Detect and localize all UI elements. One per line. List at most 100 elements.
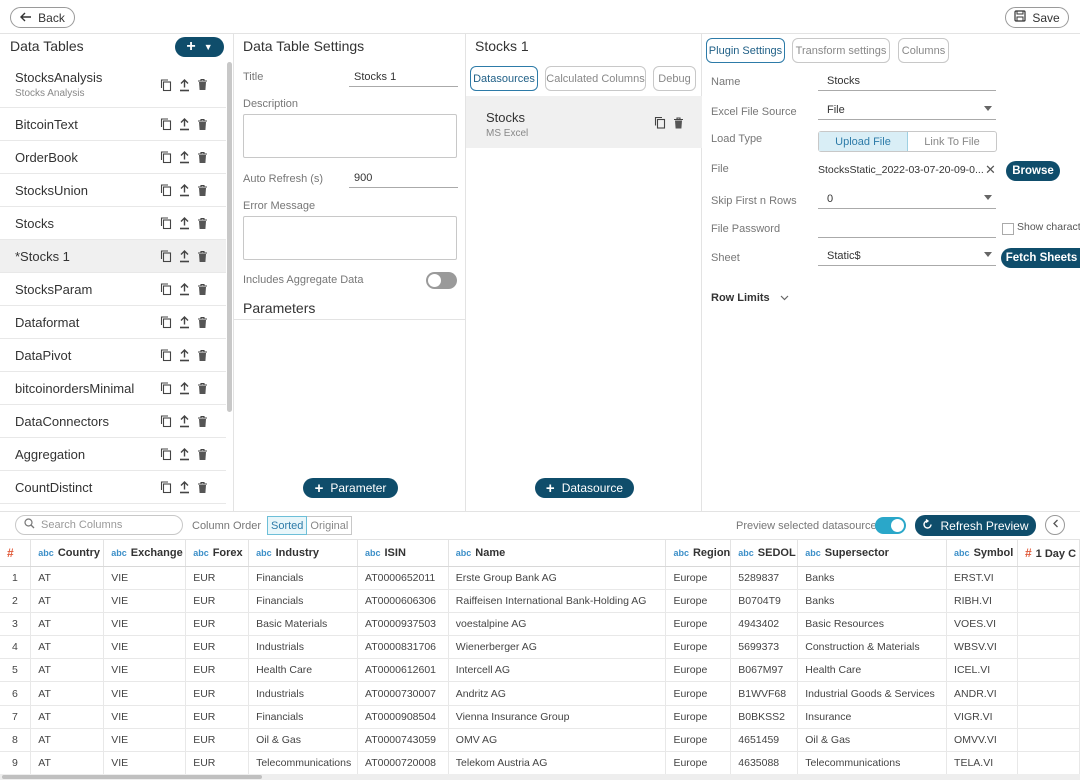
fetch-sheets-button[interactable]: Fetch Sheets [1001,248,1080,268]
link-to-file-option[interactable]: Link To File [908,132,996,151]
copy-icon[interactable] [160,415,172,428]
trash-icon[interactable] [197,283,208,295]
tab-transform-settings[interactable]: Transform settings [792,38,890,63]
horizontal-scrollbar[interactable] [0,774,1080,780]
vertical-scrollbar[interactable] [227,62,232,412]
trash-icon[interactable] [197,151,208,163]
refresh-preview-button[interactable]: Refresh Preview [915,515,1036,536]
description-textarea[interactable] [243,114,457,158]
upload-icon[interactable] [179,151,190,164]
copy-icon[interactable] [160,78,172,91]
tab-datasources[interactable]: Datasources [470,66,538,91]
copy-icon[interactable] [160,217,172,230]
upload-file-option[interactable]: Upload File [819,132,908,151]
upload-icon[interactable] [179,78,190,91]
copy-icon[interactable] [160,184,172,197]
name-input[interactable]: Stocks [818,72,996,91]
upload-icon[interactable] [179,481,190,494]
preview-selected-toggle[interactable] [875,517,906,534]
data-table-item[interactable]: Dataformat [0,306,226,339]
trash-icon[interactable] [197,118,208,130]
copy-icon[interactable] [160,151,172,164]
excel-source-select[interactable]: File [818,101,996,120]
column-header[interactable]: abc Industry [248,540,358,567]
column-header[interactable]: abc Exchange [103,540,187,567]
trash-icon[interactable] [197,250,208,262]
copy-icon[interactable] [160,448,172,461]
aggregate-toggle[interactable] [426,272,457,289]
tab-calculated-columns[interactable]: Calculated Columns [545,66,646,91]
back-button[interactable]: Back [10,7,75,28]
data-table-item[interactable]: Stocks [0,207,226,240]
trash-icon[interactable] [197,78,208,91]
data-table-item[interactable]: BitcoinText [0,108,226,141]
column-header[interactable]: abc Forex [185,540,250,567]
data-table-item[interactable]: StocksAnalysis Stocks Analysis [0,62,226,108]
column-header[interactable]: abc Symbol [946,540,1018,567]
save-button[interactable]: Save [1005,7,1069,28]
skip-rows-select[interactable]: 0 [818,190,996,209]
copy-icon[interactable] [160,349,172,362]
column-header[interactable]: abc Region [665,540,732,567]
tab-plugin-settings[interactable]: Plugin Settings [706,38,785,63]
data-table-item[interactable]: StocksParam [0,273,226,306]
show-characters-checkbox[interactable] [1002,223,1014,235]
copy-icon[interactable] [160,250,172,263]
data-table-item[interactable]: bitcoinordersMinimal [0,372,226,405]
upload-icon[interactable] [179,217,190,230]
title-input[interactable]: Stocks 1 [349,67,458,87]
data-table-item[interactable]: DataPivot [0,339,226,372]
upload-icon[interactable] [179,415,190,428]
upload-icon[interactable] [179,283,190,296]
column-header[interactable]: #1 Day C [1017,540,1080,567]
trash-icon[interactable] [197,349,208,361]
column-header[interactable]: abc SEDOL [730,540,799,567]
copy-icon[interactable] [160,316,172,329]
upload-icon[interactable] [179,349,190,362]
clear-file-icon[interactable]: ✕ [985,162,996,178]
tab-columns[interactable]: Columns [898,38,949,63]
original-option[interactable]: Original [307,516,353,535]
upload-icon[interactable] [179,448,190,461]
copy-icon[interactable] [160,481,172,494]
column-header[interactable]: # [0,540,32,567]
tab-debug[interactable]: Debug [653,66,696,91]
trash-icon[interactable] [673,116,684,129]
trash-icon[interactable] [197,415,208,427]
column-header[interactable]: abc ISIN [357,540,449,567]
row-limits-toggle[interactable]: Row Limits [711,292,789,304]
datasource-card[interactable]: Stocks MS Excel [466,96,702,148]
trash-icon[interactable] [197,316,208,328]
add-datasource-button[interactable]: + Datasource [535,478,634,498]
sorted-option[interactable]: Sorted [267,516,308,535]
file-password-input[interactable] [818,219,996,238]
trash-icon[interactable] [197,481,208,493]
upload-icon[interactable] [179,184,190,197]
trash-icon[interactable] [197,448,208,460]
trash-icon[interactable] [197,382,208,394]
upload-icon[interactable] [179,250,190,263]
browse-button[interactable]: Browse [1006,161,1060,181]
column-header[interactable]: abc Country [30,540,105,567]
column-header[interactable]: abc Name [448,540,667,567]
copy-icon[interactable] [160,283,172,296]
data-table-item[interactable]: OrderBook [0,141,226,174]
trash-icon[interactable] [197,184,208,196]
collapse-preview-button[interactable] [1045,515,1065,535]
upload-icon[interactable] [179,382,190,395]
upload-icon[interactable] [179,118,190,131]
data-table-item[interactable]: *Stocks 1 [0,240,226,273]
add-parameter-button[interactable]: + Parameter [303,478,398,498]
search-columns-input[interactable]: Search Columns [15,515,183,535]
copy-icon[interactable] [654,116,666,129]
add-data-table-button[interactable]: + ▼ [175,37,224,57]
copy-icon[interactable] [160,382,172,395]
auto-refresh-input[interactable]: 900 [349,168,458,188]
sheet-select[interactable]: Static$ [818,247,996,266]
data-table-item[interactable]: DataConnectors [0,405,226,438]
copy-icon[interactable] [160,118,172,131]
error-message-textarea[interactable] [243,216,457,260]
data-table-item[interactable]: CountDistinct [0,471,226,504]
trash-icon[interactable] [197,217,208,229]
column-header[interactable]: abc Supersector [797,540,948,567]
